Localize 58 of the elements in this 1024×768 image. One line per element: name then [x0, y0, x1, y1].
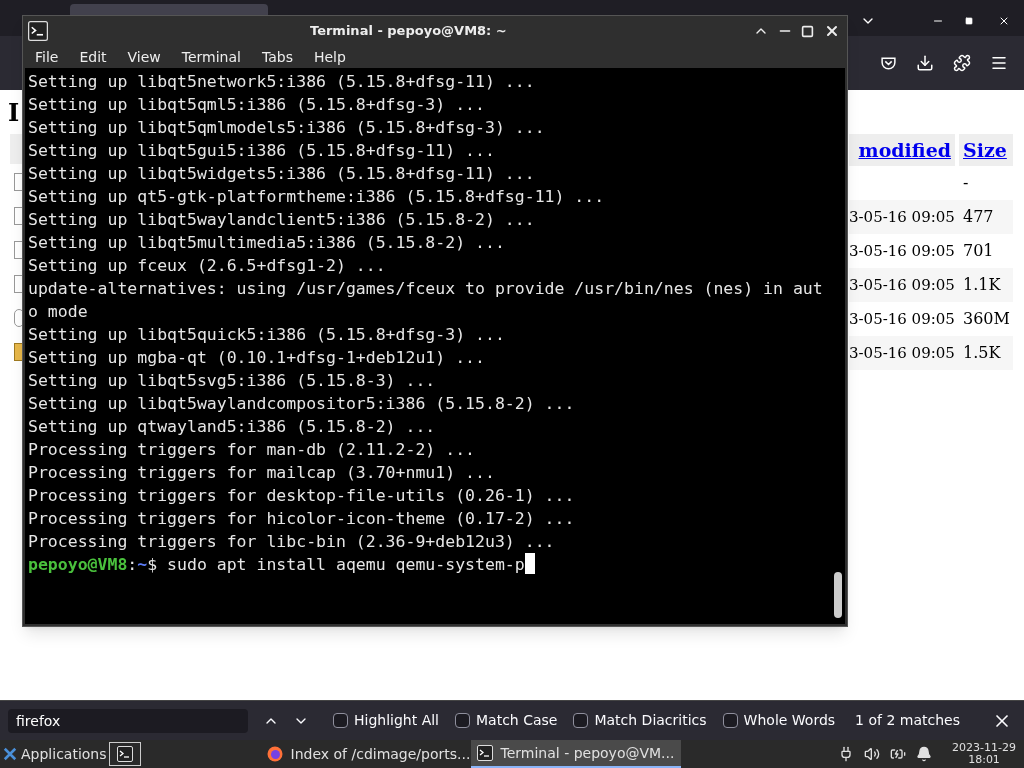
terminal-line: Setting up libqt5qml5:i386 (5.15.8+dfsg-3) ... — [28, 94, 486, 116]
checkbox-label[interactable]: Match Case — [476, 710, 558, 731]
terminal-line: Processing triggers for libc-bin (2.36-9+deb12u3) ... — [28, 531, 556, 553]
menu-item[interactable]: Help — [313, 46, 346, 68]
table-cell-text: - — [962, 172, 969, 194]
terminal-line: Setting up libqt5quick5:i386 (5.15.8+dfsg-3) ... — [28, 324, 506, 346]
task-label: Index of /cdimage/ports... — [290, 744, 471, 764]
terminal-line: Processing triggers for desktop-file-utils (0.26-1) ... — [28, 485, 576, 507]
terminal-line: Setting up libqt5multimedia5:i386 (5.15.8-2) ... — [28, 232, 506, 254]
table-cell-text: 3-05-16 09:05 — [849, 342, 955, 364]
prompt-separator: : — [127, 554, 138, 576]
command-text: sudo apt install aqemu qemu-system-p — [167, 554, 525, 576]
prompt-symbol: $ — [147, 554, 158, 576]
menu-item[interactable]: View — [127, 46, 161, 68]
menu-item[interactable]: Edit — [79, 46, 107, 68]
terminal-line: Setting up qt5-gtk-platformtheme:i386 (5.15.8+dfsg-11) ... — [28, 186, 606, 208]
terminal-line: update-alternatives: using /usr/games/fceux to provide /usr/bin/nes (nes) in auto mode — [28, 278, 823, 323]
table-cell-text: 1.1K — [962, 274, 1001, 296]
table-cell-text: 3-05-16 09:05 — [849, 308, 955, 330]
checkbox-label[interactable]: Whole Words — [743, 710, 836, 731]
checkbox-label[interactable]: Highlight All — [354, 710, 439, 731]
table-cell-text: 701 — [962, 240, 994, 262]
menu-item[interactable]: Terminal — [181, 46, 241, 68]
clock-date: 2023-11-29 — [952, 742, 1016, 754]
terminal-line: Setting up libqt5qmlmodels5:i386 (5.15.8+dfsg-3) ... — [28, 117, 546, 139]
page-heading: I — [8, 97, 20, 129]
match-count: 1 of 2 matches — [855, 711, 960, 730]
terminal-line: Processing triggers for man-db (2.11.2-2) ... — [28, 439, 477, 461]
column-header[interactable]: modified — [849, 134, 955, 166]
checkbox-label[interactable]: Match Diacritics — [594, 710, 707, 731]
table-cell-text: 3-05-16 09:05 — [849, 240, 955, 262]
menu-item[interactable]: Tabs — [261, 46, 293, 68]
terminal-line: Processing triggers for hicolor-icon-theme (0.17-2) ... — [28, 508, 576, 530]
table-cell-text: 477 — [962, 206, 994, 228]
terminal-line: Setting up libqt5waylandcompositor5:i386 (5.15.8-2) ... — [28, 393, 576, 415]
table-cell-text: 3-05-16 09:05 — [849, 274, 955, 296]
terminal-line: Setting up libqt5svg5:i386 (5.15.8-3) ... — [28, 370, 437, 392]
prompt-user: pepoyo@VM8 — [28, 554, 128, 576]
task-label: Terminal - pepoyo@VM... — [500, 743, 675, 763]
terminal-line: Setting up libqt5network5:i386 (5.15.8+dfsg-11) ... — [28, 71, 536, 93]
terminal-line: Setting up libqt5widgets5:i386 (5.15.8+dfsg-11) ... — [28, 163, 536, 185]
table-cell-text: 360M — [962, 308, 1010, 330]
table-cell-text: 1.5K — [962, 342, 1001, 364]
prompt-path: ~ — [137, 554, 148, 576]
applications-menu[interactable]: Applications — [21, 743, 107, 765]
find-field[interactable]: firefox — [8, 708, 248, 733]
column-header[interactable]: Size — [959, 134, 1013, 166]
window-title: Terminal - pepoyo@VM8: ~ — [310, 22, 507, 41]
menu-item[interactable]: File — [35, 46, 59, 68]
terminal-line: Setting up libqt5waylandclient5:i386 (5.15.8-2) ... — [28, 209, 536, 231]
terminal-line: Processing triggers for mailcap (3.70+nmu1) ... — [28, 462, 496, 484]
terminal-line: Setting up libqt5gui5:i386 (5.15.8+dfsg-11) ... — [28, 140, 496, 162]
task-button[interactable]: Terminal - pepoyo@VM... — [470, 740, 681, 768]
table-cell-text: 3-05-16 09:05 — [849, 206, 955, 228]
terminal-line: Setting up fceux (2.6.5+dfsg1-2) ... — [28, 255, 387, 277]
terminal-line: Setting up qtwayland5:i386 (5.15.8-2) ... — [28, 416, 437, 438]
terminal-line: Setting up mgba-qt (0.10.1+dfsg-1+deb12u1) ... — [28, 347, 486, 369]
clock-time: 18:01 — [968, 754, 1000, 766]
